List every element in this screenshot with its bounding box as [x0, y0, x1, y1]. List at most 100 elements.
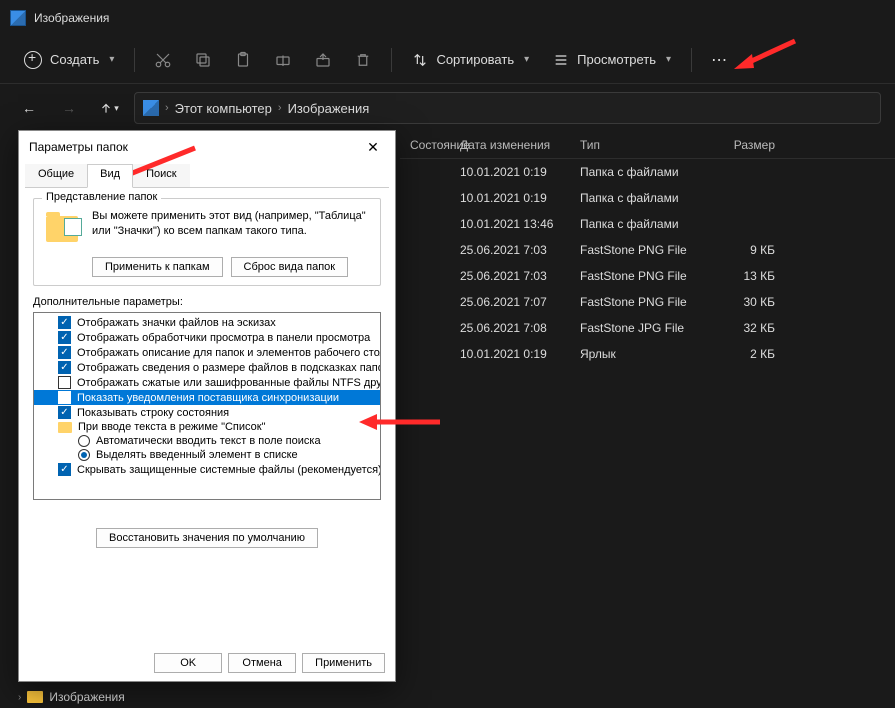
- cell-date: 25.06.2021 7:08: [460, 321, 580, 335]
- tab-search[interactable]: Поиск: [133, 164, 189, 188]
- up-button[interactable]: ▾: [94, 93, 124, 123]
- cell-type: Папка с файлами: [580, 217, 720, 231]
- col-date[interactable]: Дата изменения: [460, 138, 580, 152]
- checkbox-icon: [58, 391, 71, 404]
- forward-button[interactable]: →: [54, 93, 84, 123]
- folder-apply-icon: [42, 209, 82, 249]
- table-row[interactable]: 10.01.2021 0:19Папка с файлами: [400, 159, 895, 185]
- list-icon: [553, 52, 569, 68]
- sidebar-item-images[interactable]: › Изображения: [18, 686, 125, 708]
- advanced-setting-item[interactable]: Показывать строку состояния: [34, 405, 380, 420]
- table-row[interactable]: 25.06.2021 7:07FastStone PNG File30 КБ: [400, 289, 895, 315]
- cell-type: FastStone PNG File: [580, 295, 720, 309]
- create-button[interactable]: Создать ▾: [14, 45, 124, 75]
- cell-size: 13 КБ: [720, 269, 790, 283]
- advanced-setting-item[interactable]: Выделять введенный элемент в списке: [34, 448, 380, 462]
- setting-label: Автоматически вводить текст в поле поиск…: [96, 435, 321, 447]
- checkbox-icon: [58, 406, 71, 419]
- advanced-settings-tree[interactable]: Отображать значки файлов на эскизахОтобр…: [33, 312, 381, 500]
- app-icon: [10, 10, 26, 26]
- setting-label: При вводе текста в режиме "Список": [78, 421, 265, 433]
- more-button[interactable]: ⋯: [702, 50, 738, 70]
- delete-button[interactable]: [345, 42, 381, 78]
- advanced-setting-item[interactable]: Отображать сжатые или зашифрованные файл…: [34, 375, 380, 390]
- dialog-buttons: OK Отмена Применить: [19, 645, 395, 681]
- table-row[interactable]: 25.06.2021 7:03FastStone PNG File13 КБ: [400, 263, 895, 289]
- checkbox-icon: [58, 376, 71, 389]
- cell-type: FastStone JPG File: [580, 321, 720, 335]
- cell-state: [400, 191, 460, 205]
- cell-size: 32 КБ: [720, 321, 790, 335]
- cell-size: 30 КБ: [720, 295, 790, 309]
- paste-button[interactable]: [225, 42, 261, 78]
- chevron-down-icon: ▾: [109, 54, 114, 65]
- breadcrumb-segment[interactable]: Этот компьютер: [175, 101, 272, 116]
- folder-icon: [58, 422, 72, 433]
- cell-type: Папка с файлами: [580, 165, 720, 179]
- close-button[interactable]: ✕: [361, 135, 385, 159]
- tab-view[interactable]: Вид: [87, 164, 133, 188]
- apply-to-folders-button[interactable]: Применить к папкам: [92, 257, 223, 277]
- dialog-titlebar: Параметры папок ✕: [19, 131, 395, 163]
- group-legend: Представление папок: [42, 191, 161, 203]
- table-row[interactable]: 25.06.2021 7:03FastStone PNG File9 КБ: [400, 237, 895, 263]
- setting-label: Выделять введенный элемент в списке: [96, 449, 298, 461]
- cell-state: [400, 217, 460, 231]
- table-row[interactable]: 10.01.2021 13:46Папка с файлами: [400, 211, 895, 237]
- advanced-setting-item[interactable]: Отображать сведения о размере файлов в п…: [34, 360, 380, 375]
- cell-state: [400, 295, 460, 309]
- share-button[interactable]: [305, 42, 341, 78]
- cut-button[interactable]: [145, 42, 181, 78]
- table-row[interactable]: 10.01.2021 0:19Папка с файлами: [400, 185, 895, 211]
- tab-general[interactable]: Общие: [25, 164, 87, 188]
- folder-views-group: Представление папок Вы можете применить …: [33, 198, 381, 286]
- setting-label: Показать уведомления поставщика синхрони…: [77, 392, 339, 404]
- setting-label: Показывать строку состояния: [77, 407, 229, 419]
- table-row[interactable]: 25.06.2021 7:08FastStone JPG File32 КБ: [400, 315, 895, 341]
- reset-folders-button[interactable]: Сброс вида папок: [231, 257, 349, 277]
- create-label: Создать: [50, 52, 99, 67]
- advanced-setting-item[interactable]: Отображать значки файлов на эскизах: [34, 315, 380, 330]
- rename-button[interactable]: [265, 42, 301, 78]
- view-label: Просмотреть: [577, 52, 656, 67]
- setting-label: Скрывать защищенные системные файлы (рек…: [77, 464, 381, 476]
- group-text: Вы можете применить этот вид (например, …: [92, 209, 372, 249]
- cell-state: [400, 321, 460, 335]
- view-button[interactable]: Просмотреть ▾: [543, 46, 681, 74]
- advanced-setting-item[interactable]: Автоматически вводить текст в поле поиск…: [34, 434, 380, 448]
- cell-type: Папка с файлами: [580, 191, 720, 205]
- cell-date: 25.06.2021 7:07: [460, 295, 580, 309]
- restore-defaults-button[interactable]: Восстановить значения по умолчанию: [96, 528, 318, 548]
- advanced-setting-item[interactable]: При вводе текста в режиме "Список": [34, 420, 380, 434]
- cell-size: [720, 165, 790, 179]
- folder-options-dialog: Параметры папок ✕ Общие Вид Поиск Предст…: [18, 130, 396, 682]
- cancel-button[interactable]: Отмена: [228, 653, 296, 673]
- ok-button[interactable]: OK: [154, 653, 222, 673]
- copy-button[interactable]: [185, 42, 221, 78]
- checkbox-icon: [58, 463, 71, 476]
- col-type[interactable]: Тип: [580, 138, 720, 152]
- col-state[interactable]: Состояние: [400, 138, 460, 152]
- advanced-setting-item[interactable]: Отображать обработчики просмотра в панел…: [34, 330, 380, 345]
- plus-circle-icon: [24, 51, 42, 69]
- chevron-right-icon: ›: [278, 102, 282, 114]
- apply-button[interactable]: Применить: [302, 653, 385, 673]
- navbar: ← → ▾ › Этот компьютер › Изображения: [0, 84, 895, 132]
- col-size[interactable]: Размер: [720, 138, 790, 152]
- sort-button[interactable]: Сортировать ▾: [402, 46, 539, 74]
- advanced-setting-item[interactable]: Скрывать защищенные системные файлы (рек…: [34, 462, 380, 477]
- breadcrumb-segment[interactable]: Изображения: [288, 101, 370, 116]
- cell-type: Ярлык: [580, 347, 720, 361]
- cell-date: 10.01.2021 0:19: [460, 347, 580, 361]
- advanced-settings-label: Дополнительные параметры:: [33, 296, 381, 308]
- chevron-down-icon: ▾: [524, 54, 529, 65]
- advanced-setting-item[interactable]: Показать уведомления поставщика синхрони…: [34, 390, 380, 405]
- address-bar[interactable]: › Этот компьютер › Изображения: [134, 92, 881, 124]
- checkbox-icon: [58, 331, 71, 344]
- location-icon: [143, 100, 159, 116]
- folder-icon: [27, 691, 43, 703]
- table-row[interactable]: 10.01.2021 0:19Ярлык2 КБ: [400, 341, 895, 367]
- advanced-setting-item[interactable]: Отображать описание для папок и элементо…: [34, 345, 380, 360]
- cell-date: 25.06.2021 7:03: [460, 243, 580, 257]
- back-button[interactable]: ←: [14, 93, 44, 123]
